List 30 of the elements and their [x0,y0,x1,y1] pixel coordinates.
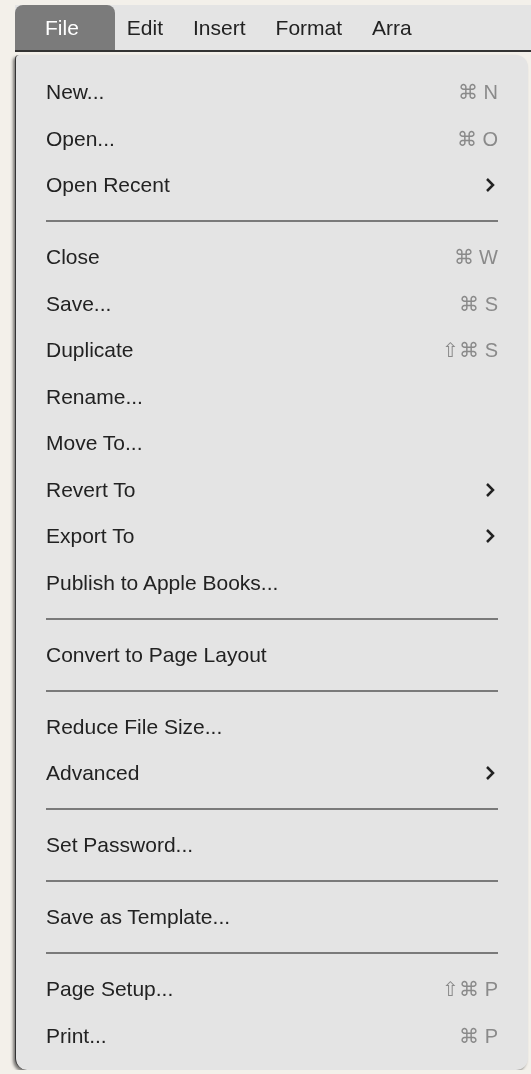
menu-item[interactable]: Close [46,245,100,269]
keyboard-shortcut: ⌘ O [456,126,498,151]
menu-item[interactable]: Rename... [46,384,143,408]
menu-item[interactable]: New... [46,80,105,104]
keyboard-shortcut: ⌘ N [458,80,498,105]
keyboard-shortcut: ⇧⌘ S [442,338,498,363]
menu-item[interactable]: Open... [46,126,115,150]
menu-title[interactable]: File [15,5,115,50]
menu-item[interactable]: Set Password... [46,833,194,857]
menu-item[interactable]: Export To [46,524,135,548]
menu-item[interactable]: Save... [46,291,112,315]
menu-item[interactable]: Reduce File Size... [46,714,223,738]
menu-item[interactable]: Open Recent [46,173,170,197]
keyboard-shortcut: ⌘ P [459,1023,498,1048]
menu-title[interactable]: Format [263,5,361,50]
menu-item[interactable]: Revert To [46,477,136,501]
menu-item[interactable]: Print... [46,1023,107,1047]
menu-item[interactable]: Advanced [46,761,140,785]
menu-item[interactable]: Save as Template... [46,905,231,929]
keyboard-shortcut: ⌘ W [453,245,498,270]
menu-item[interactable]: Page Setup... [46,977,174,1001]
menu-item[interactable]: Publish to Apple Books... [46,570,279,594]
keyboard-shortcut: ⇧⌘ P [442,977,498,1002]
keyboard-shortcut: ⌘ S [459,291,498,316]
menu-item[interactable]: Move To... [46,431,143,455]
menu-title[interactable]: Arra [360,5,430,50]
menu-item[interactable]: Duplicate [46,338,134,362]
menu-item[interactable]: Convert to Page Layout [46,642,267,666]
menu-title[interactable]: Insert [181,5,264,50]
menu-title[interactable]: Edit [114,5,182,50]
